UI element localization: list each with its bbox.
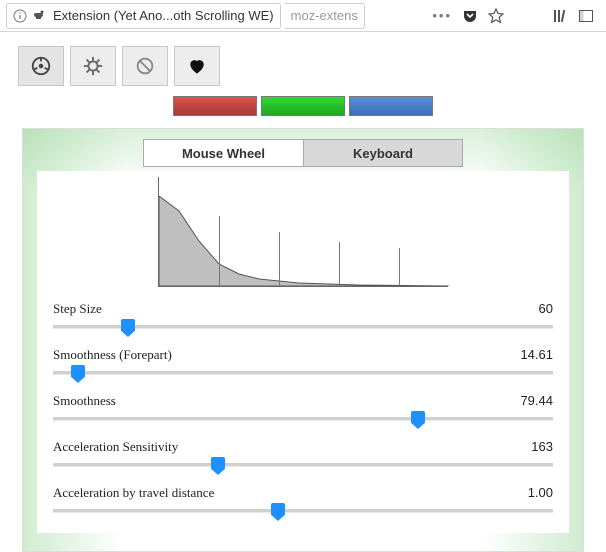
slider-track[interactable] <box>53 371 553 375</box>
url-scheme: moz-extens <box>285 3 365 29</box>
browser-address-bar: Extension (Yet Ano...oth Scrolling WE) m… <box>0 0 606 32</box>
slider-row: Step Size 60 <box>53 295 553 341</box>
slider-value: 14.61 <box>520 347 553 363</box>
library-icon[interactable] <box>552 8 568 24</box>
tab-keyboard[interactable]: Keyboard <box>303 139 463 167</box>
chart-tick <box>279 232 280 286</box>
tab-mouse-wheel[interactable]: Mouse Wheel <box>143 139 303 167</box>
addr-box[interactable]: Extension (Yet Ano...oth Scrolling WE) <box>6 3 281 29</box>
slider-row: Acceleration by travel distance 1.00 <box>53 479 553 525</box>
slider-label: Smoothness <box>53 393 116 409</box>
more-icon[interactable]: ••• <box>432 8 452 23</box>
preset-red[interactable] <box>173 96 257 116</box>
slider-thumb[interactable] <box>271 503 285 521</box>
slider-thumb[interactable] <box>71 365 85 383</box>
slider-value: 60 <box>539 301 553 317</box>
slider-label: Acceleration by travel distance <box>53 485 214 501</box>
slider-row: Smoothness 79.44 <box>53 387 553 433</box>
slider-track[interactable] <box>53 325 553 329</box>
wheel-mode-button[interactable] <box>18 46 64 86</box>
slider-thumb[interactable] <box>411 411 425 429</box>
info-icon <box>13 9 27 23</box>
response-curve-chart <box>158 177 448 287</box>
page-title: Extension (Yet Ano...oth Scrolling WE) <box>53 8 274 23</box>
slider-value: 79.44 <box>520 393 553 409</box>
slider-value: 163 <box>531 439 553 455</box>
slider-row: Acceleration Sensitivity 163 <box>53 433 553 479</box>
slider-track[interactable] <box>53 463 553 467</box>
slider-value: 1.00 <box>528 485 553 501</box>
slider-track[interactable] <box>53 417 553 421</box>
preset-blue[interactable] <box>349 96 433 116</box>
mode-toolbar <box>0 32 606 94</box>
slider-label: Smoothness (Forepart) <box>53 347 172 363</box>
preset-bars <box>0 94 606 124</box>
chart-tick <box>339 242 340 286</box>
slider-label: Acceleration Sensitivity <box>53 439 178 455</box>
preset-green[interactable] <box>261 96 345 116</box>
pocket-icon[interactable] <box>462 8 478 24</box>
heart-mode-button[interactable] <box>174 46 220 86</box>
slider-list: Step Size60Smoothness (Forepart)14.61Smo… <box>53 295 553 525</box>
settings-inner: Step Size60Smoothness (Forepart)14.61Smo… <box>37 171 569 533</box>
star-icon[interactable] <box>488 8 504 24</box>
extension-icon <box>33 9 47 23</box>
slider-label: Step Size <box>53 301 102 317</box>
settings-panel: Mouse Wheel Keyboard Step Size 60 Smoothne… <box>22 128 584 552</box>
forbidden-mode-button[interactable] <box>122 46 168 86</box>
settings-tabs: Mouse Wheel Keyboard <box>37 139 569 167</box>
sidebar-icon[interactable] <box>578 8 594 24</box>
slider-thumb[interactable] <box>211 457 225 475</box>
slider-row: Smoothness (Forepart) 14.61 <box>53 341 553 387</box>
chart-tick <box>219 216 220 286</box>
chart-tick <box>399 248 400 286</box>
slider-thumb[interactable] <box>121 319 135 337</box>
gear-mode-button[interactable] <box>70 46 116 86</box>
slider-track[interactable] <box>53 509 553 513</box>
